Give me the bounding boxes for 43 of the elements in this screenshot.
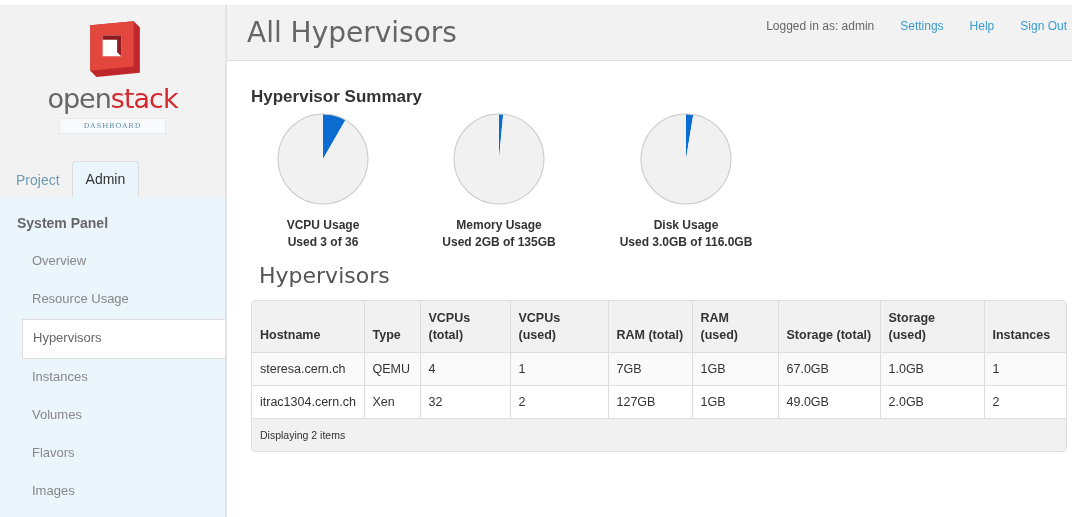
table-title: Hypervisors [259, 263, 391, 288]
table-cell: 4 [420, 352, 510, 386]
table-cell: 1.0GB [880, 352, 984, 386]
table-cell: 1GB [692, 352, 778, 386]
column-header: RAM (total) [608, 301, 692, 353]
user-label: Logged in as: admin [766, 19, 875, 35]
column-header: RAM (used) [692, 301, 778, 353]
chart-detail: Used 3 of 36 [287, 234, 359, 251]
table-cell: 1 [510, 352, 608, 386]
sidebar-item[interactable]: Flavors [0, 435, 225, 473]
chart-title: Memory Usage [456, 217, 542, 234]
chart-detail: Used 3.0GB of 116.0GB [619, 234, 753, 251]
header-link[interactable]: Settings [900, 19, 944, 60]
sidebar-item[interactable]: Volumes [0, 397, 225, 435]
table-cell: QEMU [364, 352, 420, 386]
column-header: Type [364, 301, 420, 353]
section-title: Hypervisor Summary [251, 87, 424, 107]
panel-title: System Panel [16, 214, 110, 233]
header-link[interactable]: Help [969, 19, 995, 60]
sidebar-tab[interactable]: Project [6, 163, 70, 197]
table-cell: 67.0GB [778, 352, 880, 386]
column-header: Storage (used) [880, 301, 984, 353]
logo-wordmark: openstack [47, 85, 178, 112]
header-link[interactable]: Sign Out [1020, 19, 1067, 60]
table-footer: Displaying 2 items [252, 418, 1066, 451]
column-header: VCPUs (total) [420, 301, 510, 353]
table-cell: steresa.cern.ch [252, 352, 364, 386]
sidebar-item[interactable]: Hypervisors [22, 319, 225, 359]
column-header: Hostname [252, 301, 364, 353]
sidebar-tab[interactable]: Admin [71, 161, 140, 197]
sidebar-item[interactable]: Instances [0, 359, 225, 397]
column-header: Storage (total) [778, 301, 880, 353]
chart-title: VCPU Usage [286, 217, 360, 234]
sidebar-item[interactable]: Overview [0, 243, 225, 281]
chart-title: Disk Usage [653, 217, 719, 234]
table-cell: 7GB [608, 352, 692, 386]
sidebar-item[interactable]: Resource Usage [0, 281, 225, 319]
chart-detail: Used 2GB of 135GB [442, 234, 556, 251]
column-header: Instances [984, 301, 1066, 353]
table-cell: 1 [984, 352, 1066, 386]
page-title: All Hypervisors [247, 15, 457, 51]
column-header: VCPUs (used) [510, 301, 608, 353]
sidebar-item[interactable]: Images [0, 473, 225, 511]
